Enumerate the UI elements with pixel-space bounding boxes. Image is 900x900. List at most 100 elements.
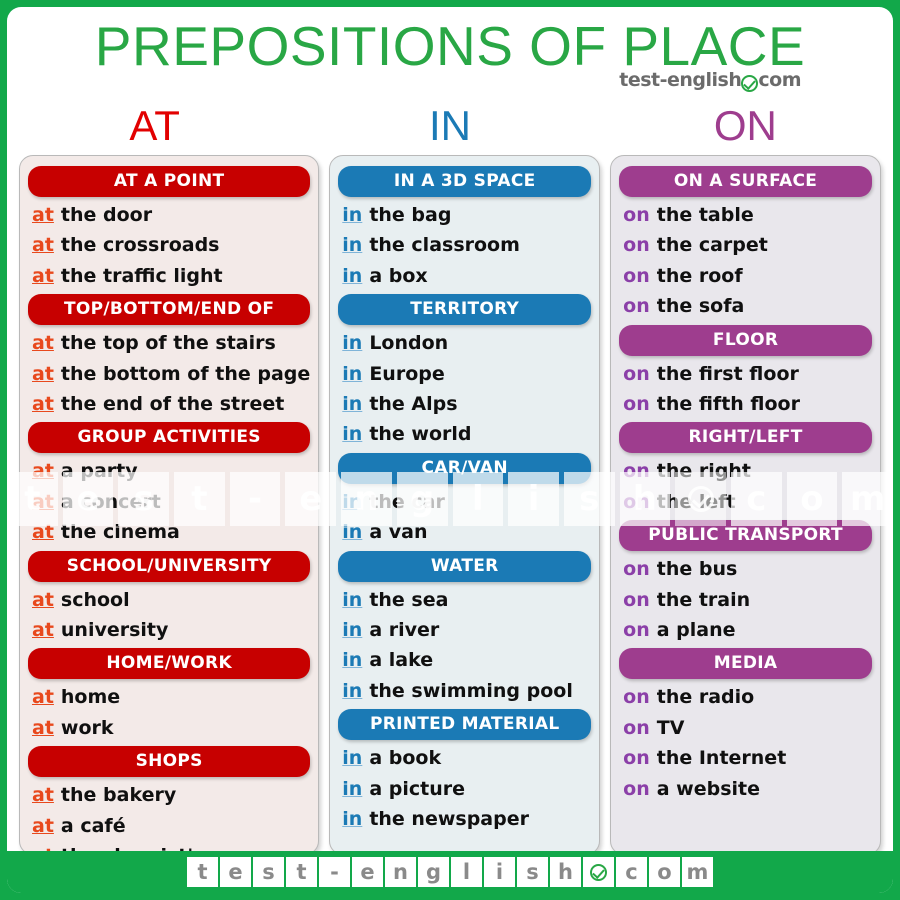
preposition-label: at xyxy=(32,814,54,837)
section-header: ON A SURFACE xyxy=(619,166,873,197)
section-header: PRINTED MATERIAL xyxy=(338,709,592,741)
section-header: IN A 3D SPACE xyxy=(338,166,592,197)
list-item: at home xyxy=(28,682,310,712)
section-header: MEDIA xyxy=(619,648,873,680)
preposition-label: on xyxy=(623,716,650,739)
list-item: at a concert xyxy=(28,487,310,517)
entry-text: a van xyxy=(369,521,428,544)
list-item: on the train xyxy=(619,585,872,615)
entry-text: the classroom xyxy=(369,234,520,257)
entry-text: the right xyxy=(656,460,751,483)
check-circle-icon xyxy=(741,75,759,92)
preposition-label: at xyxy=(32,204,54,226)
footer-letter: s xyxy=(517,857,548,887)
preposition-label: on xyxy=(623,558,650,581)
list-item: in the sea xyxy=(338,585,591,615)
footer-letter: g xyxy=(418,857,449,887)
entry-text: the fifth floor xyxy=(656,393,800,416)
preposition-label: at xyxy=(32,264,54,287)
list-item: at university xyxy=(28,615,310,645)
entry-text: home xyxy=(60,686,121,709)
list-item: in the classroom xyxy=(338,230,591,260)
footer-letter: t xyxy=(187,857,218,887)
list-item: on a plane xyxy=(619,615,872,645)
preposition-label: on xyxy=(623,777,650,800)
section-header: CAR/VAN xyxy=(338,452,592,484)
list-item: in the swimming pool xyxy=(338,676,591,706)
footer-letter: e xyxy=(220,857,251,887)
list-item: in a picture xyxy=(338,774,591,804)
entry-text: the train xyxy=(656,588,751,611)
list-item: on the right xyxy=(619,456,872,486)
list-item: in a box xyxy=(338,261,591,291)
column-card-in: IN A 3D SPACE in the bag in the classroom in a… xyxy=(329,155,601,855)
preposition-label: in xyxy=(342,649,363,672)
preposition-label: on xyxy=(623,295,650,318)
preposition-label: at xyxy=(32,588,54,611)
preposition-label: at xyxy=(32,716,54,739)
list-item: on the fifth floor xyxy=(619,389,872,419)
entry-text: the carpet xyxy=(656,234,768,257)
list-item: in a lake xyxy=(338,645,591,675)
list-item: in the car xyxy=(338,487,591,517)
section-header: WATER xyxy=(338,550,592,582)
list-item: in a van xyxy=(338,517,591,547)
entry-text: the end of the street xyxy=(60,393,285,416)
entry-text: school xyxy=(60,588,130,611)
preposition-label: on xyxy=(623,234,650,257)
preposition-label: on xyxy=(623,204,650,226)
preposition-label: on xyxy=(623,393,650,416)
entry-text: the left xyxy=(656,490,736,513)
entry-text: a river xyxy=(369,619,440,642)
column-title-at: AT xyxy=(129,102,180,149)
entry-text: the world xyxy=(369,423,472,446)
column-title-in: IN xyxy=(428,102,471,149)
list-item: in the bag xyxy=(338,200,591,230)
preposition-label: in xyxy=(342,619,363,642)
preposition-label: on xyxy=(623,460,650,483)
entry-text: the bus xyxy=(656,558,738,581)
list-item: in a book xyxy=(338,743,591,773)
entry-text: the sea xyxy=(369,588,449,611)
preposition-label: on xyxy=(623,490,650,513)
entry-text: the first floor xyxy=(656,362,799,385)
preposition-label: at xyxy=(32,234,54,257)
list-item: on the bus xyxy=(619,554,872,584)
list-item: in the newspaper xyxy=(338,804,591,834)
entry-text: the sofa xyxy=(656,295,745,318)
footer-letter: s xyxy=(253,857,284,887)
entry-text: a box xyxy=(369,264,428,287)
page-title: PREPOSITIONS OF PLACE xyxy=(94,15,806,77)
list-item: on a website xyxy=(619,774,872,804)
section-header: HOME/WORK xyxy=(28,648,311,680)
preposition-label: at xyxy=(32,332,54,355)
entry-text: a book xyxy=(369,747,442,770)
list-item: on the radio xyxy=(619,682,872,712)
list-item: at the bottom of the page xyxy=(28,359,310,389)
section-header: TERRITORY xyxy=(338,294,592,326)
entry-text: a website xyxy=(656,777,761,800)
list-item: at the crossroads xyxy=(28,230,310,260)
entry-text: a picture xyxy=(369,777,465,800)
section-header: SCHOOL/UNIVERSITY xyxy=(28,550,311,582)
list-item: at the top of the stairs xyxy=(28,328,310,358)
column-card-at: AT A POINT at the door at the crossroads at th… xyxy=(19,155,320,867)
list-item: in the Alps xyxy=(338,389,591,419)
footer-letter: c xyxy=(616,857,647,887)
preposition-label: at xyxy=(32,393,54,416)
columns-container: AT A POINT at the door at the crossroads at th… xyxy=(7,155,893,867)
preposition-label: on xyxy=(623,362,650,385)
footer-letter: i xyxy=(484,857,515,887)
poster-frame: PREPOSITIONS OF PLACE test-english com A… xyxy=(0,0,900,900)
list-item: on the Internet xyxy=(619,743,872,773)
preposition-label: in xyxy=(342,490,363,513)
preposition-label: on xyxy=(623,588,650,611)
list-item: on the sofa xyxy=(619,291,872,321)
brand-logo-right: com xyxy=(758,69,801,91)
preposition-label: in xyxy=(342,204,363,226)
entry-text: the Alps xyxy=(369,393,458,416)
preposition-label: in xyxy=(342,393,363,416)
preposition-label: at xyxy=(32,686,54,709)
preposition-label: on xyxy=(623,619,650,642)
entry-text: the door xyxy=(60,204,153,226)
